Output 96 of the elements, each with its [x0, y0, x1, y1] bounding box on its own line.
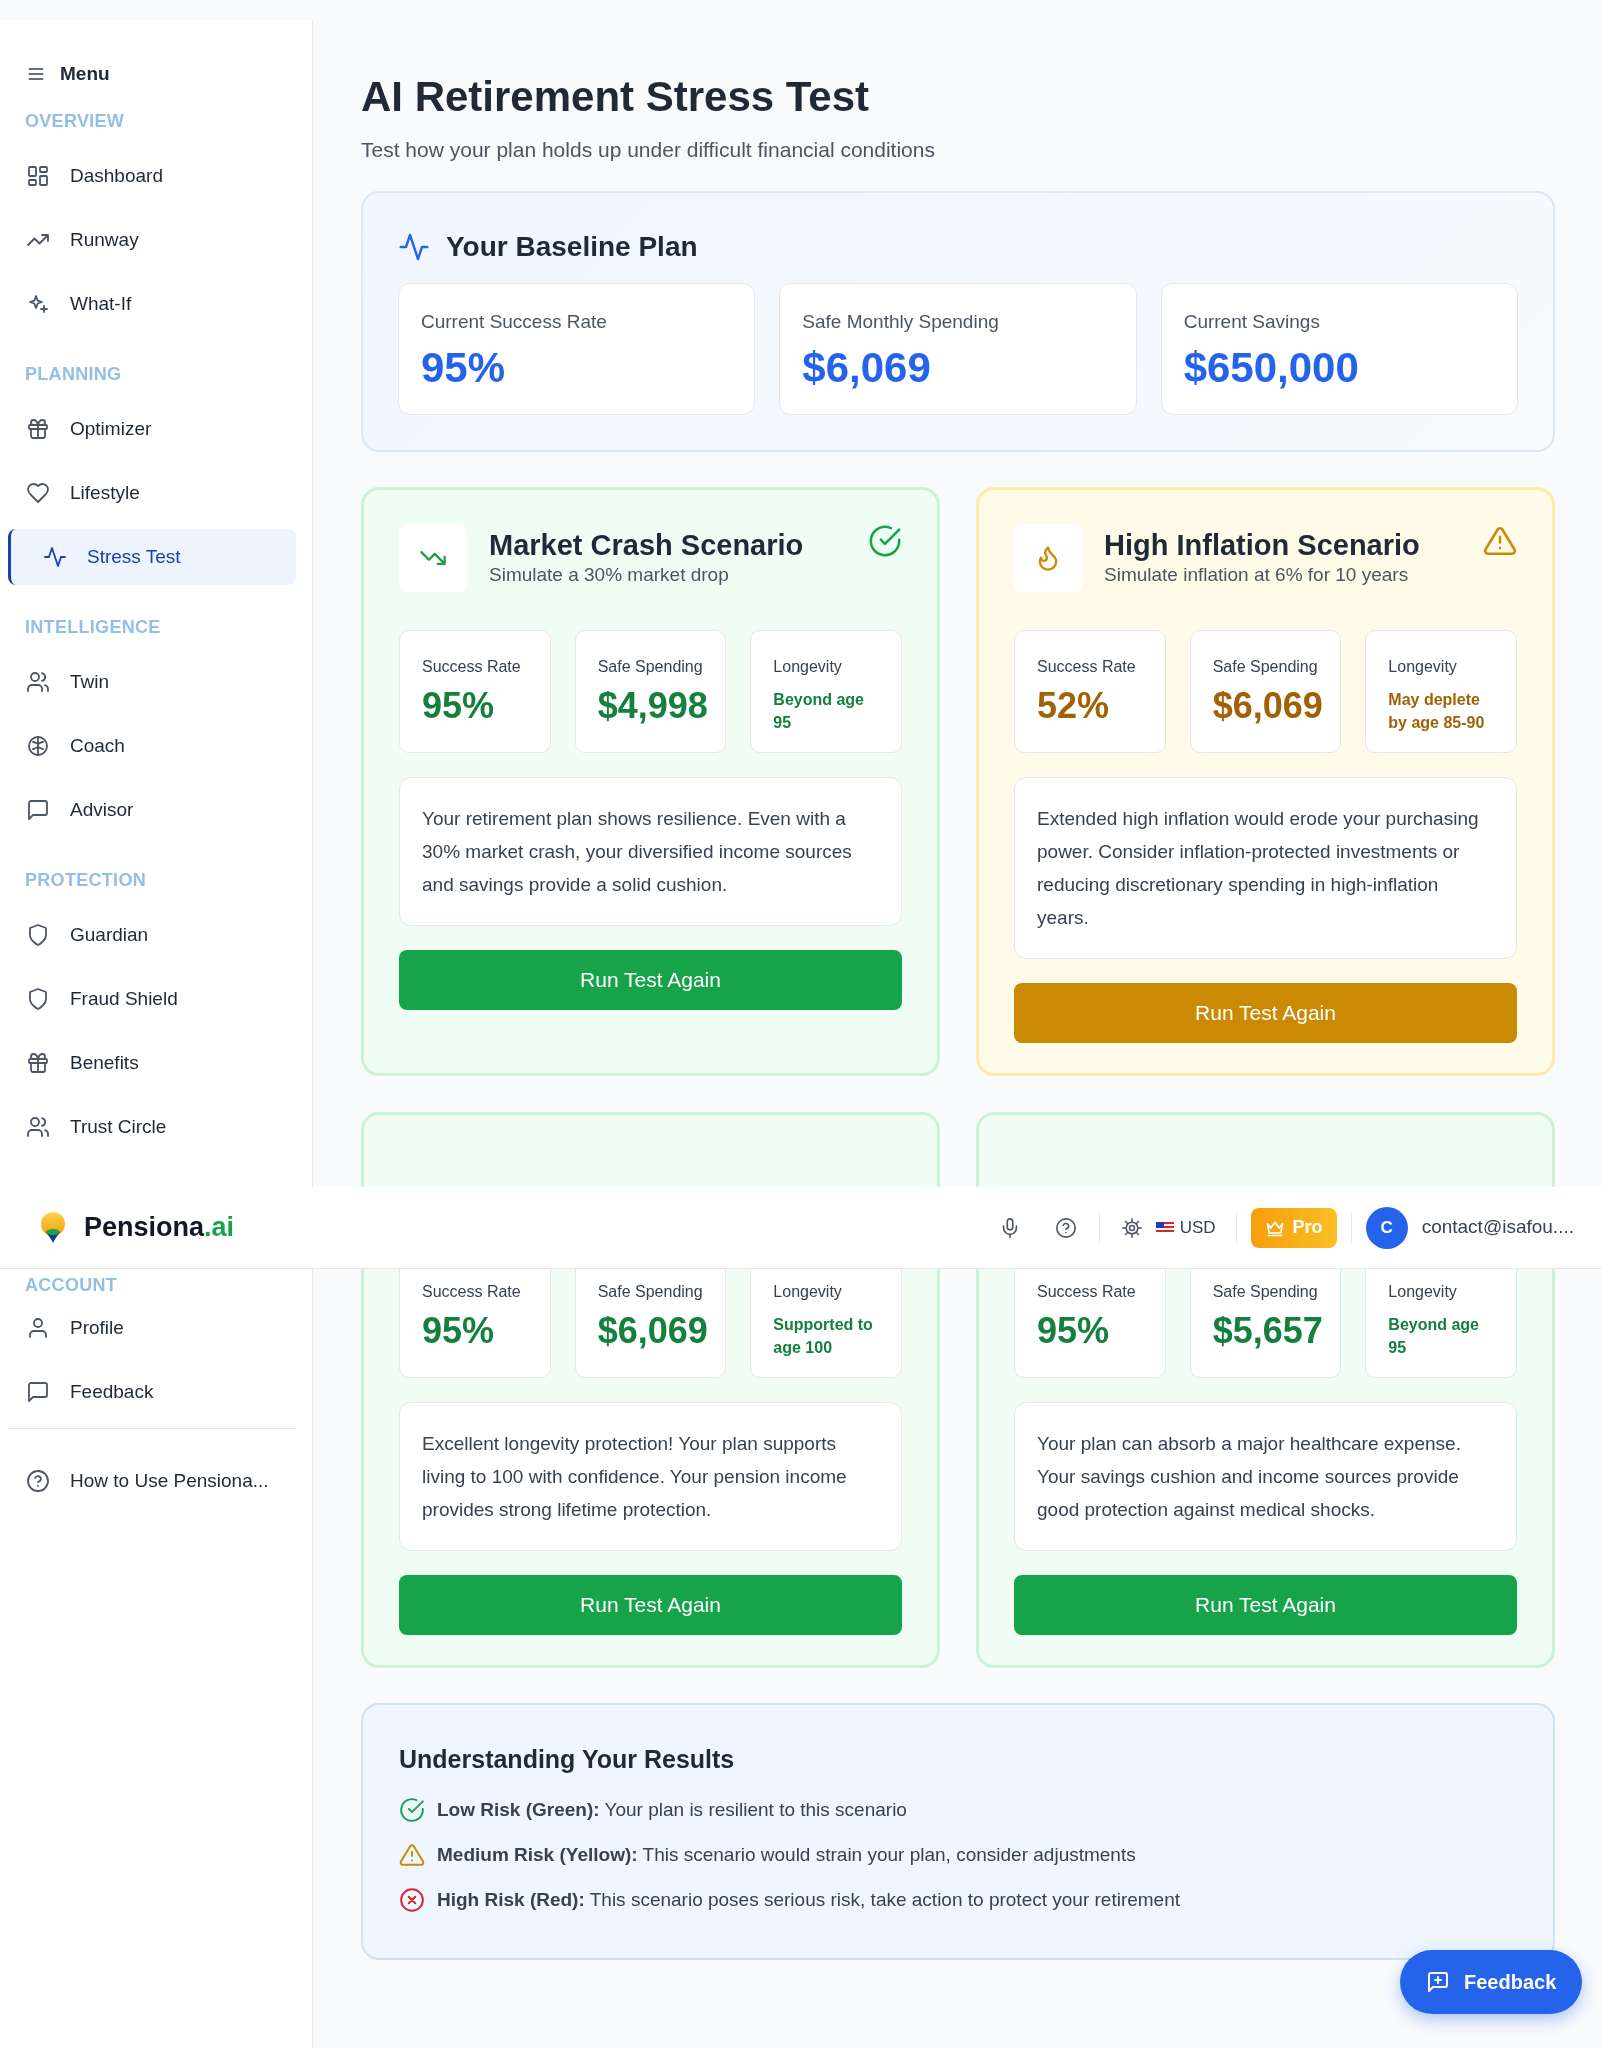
users-icon [26, 670, 50, 694]
sidebar-item[interactable]: Coach [8, 718, 296, 774]
stat-label: Safe Spending [597, 657, 704, 677]
dashboard-icon [26, 164, 50, 188]
stat-label: Success Rate [422, 1282, 522, 1302]
page-subtitle: Test how your plan holds up under difficult financial conditions [361, 137, 936, 163]
sidebar-item[interactable]: Optimizer [8, 401, 296, 457]
scenario-title: Market Crash Scenario [489, 528, 805, 562]
metric-label: Current Success Rate [421, 310, 608, 334]
page-title: AI Retirement Stress Test [361, 72, 871, 122]
section-heading: PLANNING [24, 363, 123, 386]
sidebar-item[interactable]: Twin [8, 654, 296, 710]
stat-value: Beyond age 95 [1388, 1315, 1480, 1358]
stat-value: 52% [1037, 684, 1111, 728]
user-icon [26, 1316, 50, 1340]
stat-label: Success Rate [1037, 1282, 1137, 1302]
stat-value: 95% [422, 1309, 496, 1353]
pulse-icon [43, 545, 67, 569]
gift-icon [26, 1051, 50, 1075]
sidebar-item[interactable]: How to Use Pensiona... [8, 1453, 296, 1509]
stat-label: Longevity [1388, 1282, 1458, 1302]
card-title: Your Baseline Plan [446, 230, 698, 264]
stat-label: Success Rate [422, 657, 522, 677]
brain-icon [26, 734, 50, 758]
x-circle-icon [399, 1886, 425, 1913]
sidebar-item[interactable]: Advisor [8, 782, 296, 838]
sidebar-item[interactable]: Lifestyle [8, 465, 296, 521]
stat-value: $4,998 [597, 684, 709, 728]
help-icon [26, 1469, 50, 1493]
stat-label: Safe Spending [1212, 1282, 1319, 1302]
help-icon [1054, 1216, 1077, 1239]
scenario-description: Your plan can absorb a major healthcare expense. Your savings cushion and income sources provide good protection against medical shocks. [1014, 1402, 1517, 1551]
sidebar-item[interactable]: Fraud Shield [8, 971, 296, 1027]
feedback-button[interactable]: Feedback [1400, 1950, 1583, 2014]
stat-value: Supported to age 100 [773, 1315, 874, 1358]
chat-icon [26, 1380, 50, 1404]
stat-value: $6,069 [597, 1309, 709, 1353]
shield-icon [26, 923, 50, 947]
scenario-subtitle: Simulate a 30% market drop [489, 563, 730, 587]
stat-value: $5,657 [1212, 1309, 1324, 1353]
sidebar-item[interactable]: Feedback [8, 1364, 296, 1420]
stat-value: Beyond age 95 [773, 690, 865, 733]
logo-icon [40, 1211, 66, 1244]
sidebar-item[interactable]: Runway [8, 212, 296, 268]
feedback-icon [1426, 1970, 1450, 1994]
heart-icon [26, 481, 50, 505]
sidebar-item[interactable]: Benefits [8, 1035, 296, 1091]
metric-value: $6,069 [802, 343, 932, 393]
avatar[interactable]: C [1365, 1206, 1408, 1249]
section-heading: PROTECTION [24, 869, 147, 892]
gift-icon [26, 417, 50, 441]
stat-value: 95% [422, 684, 496, 728]
stat-label: Longevity [773, 1282, 843, 1302]
scenario-description: Excellent longevity protection! Your plan supports living to 100 with confidence. Your pension income provides strong lifetime protection. [399, 1402, 902, 1551]
scenario-subtitle: Simulate inflation at 6% for 10 years [1104, 563, 1410, 587]
sidebar-item[interactable]: Stress Test [8, 529, 296, 585]
sidebar-item[interactable]: What-If [8, 276, 296, 332]
shield-icon [26, 987, 50, 1011]
warning-icon [399, 1841, 425, 1868]
settings-icon [1121, 1217, 1142, 1238]
stat-value: $6,069 [1212, 684, 1324, 728]
metric-label: Safe Monthly Spending [802, 310, 1000, 334]
section-heading: INTELLIGENCE [24, 616, 162, 639]
legend-text: Medium Risk (Yellow): This scenario would strain your plan, consider adjustments [437, 1843, 1136, 1867]
legend-text: High Risk (Red): This scenario poses serious risk, take action to protect your retirement [437, 1888, 1181, 1912]
stat-label: Longevity [773, 657, 843, 677]
section-heading: ACCOUNT [24, 1274, 119, 1297]
stat-label: Safe Spending [597, 1282, 704, 1302]
stat-label: Longevity [1388, 657, 1458, 677]
metric-label: Current Savings [1183, 310, 1321, 334]
warning-icon [1483, 524, 1517, 558]
brand-name: Pensiona.ai [84, 1211, 235, 1245]
sidebar-item[interactable]: Trust Circle [8, 1099, 296, 1155]
stat-value: May deplete by age 85-90 [1388, 690, 1486, 733]
stat-label: Success Rate [1037, 657, 1137, 677]
stat-label: Safe Spending [1212, 657, 1319, 677]
metric-value: $650,000 [1183, 343, 1360, 393]
sidebar-item[interactable]: Dashboard [8, 148, 296, 204]
menu-label: Menu [60, 61, 110, 86]
legend-text: Low Risk (Green): Your plan is resilient to this scenario [437, 1798, 907, 1822]
sidebar-item[interactable]: Guardian [8, 907, 296, 963]
stat-value: 95% [1037, 1309, 1111, 1353]
metric-value: 95% [421, 343, 507, 393]
sparkles-icon [26, 292, 50, 316]
currency-selector[interactable]: USD [1149, 1208, 1222, 1247]
chat-icon [26, 798, 50, 822]
user-email[interactable]: contact@isafou.... [1421, 1213, 1574, 1242]
pulse-icon [398, 231, 430, 263]
legend-title: Understanding Your Results [399, 1744, 736, 1775]
users-icon [26, 1115, 50, 1139]
scenario-description: Extended high inflation would erode your purchasing power. Consider inflation-protected investments or reducing discretionary spending in high-inflation years. [1014, 777, 1517, 959]
scenario-title: High Inflation Scenario [1104, 528, 1421, 562]
flag-icon [1155, 1221, 1174, 1234]
section-heading: OVERVIEW [24, 110, 126, 133]
sidebar-item[interactable]: Profile [8, 1300, 296, 1356]
scenario-description: Your retirement plan shows resilience. Even with a 30% market crash, your diversified income sources and savings provide a solid cushion. [399, 777, 902, 926]
